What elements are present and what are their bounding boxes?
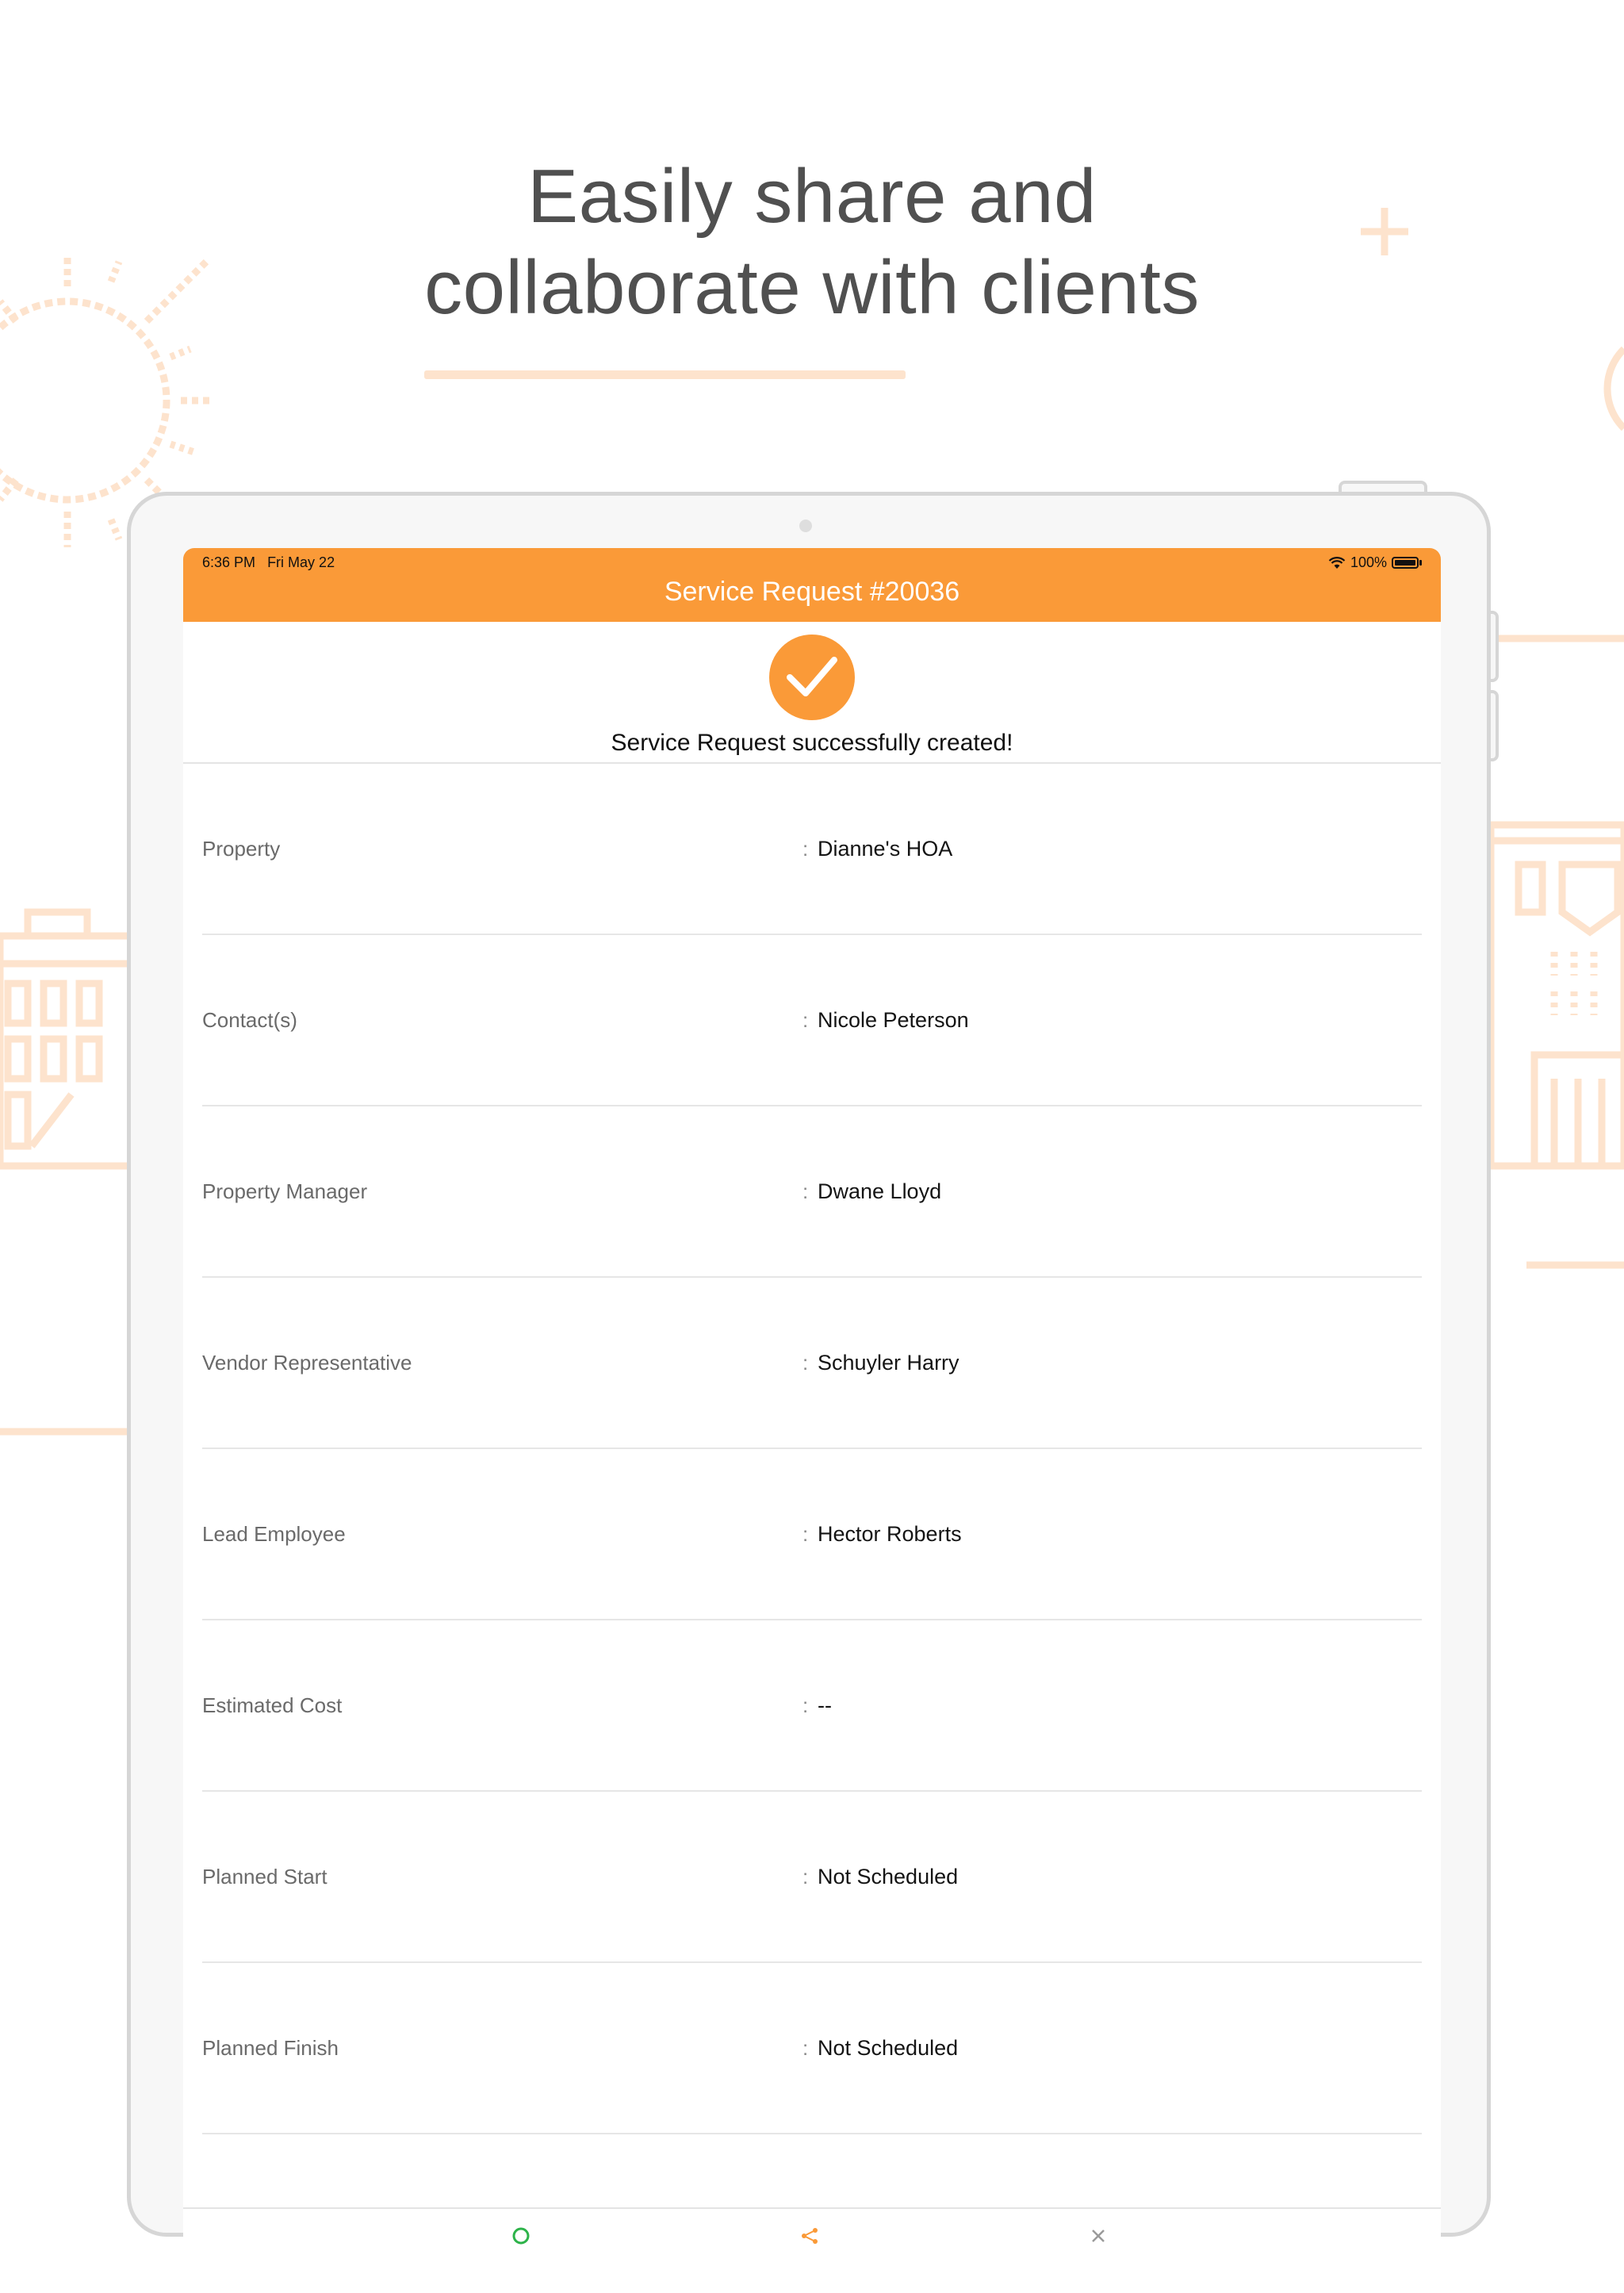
success-banner: Service Request successfully created! [183,622,1441,764]
detail-separator: : [802,1521,809,1546]
battery-cap [1419,560,1422,566]
detail-row-property-manager: Property Manager : Dwane Lloyd [202,1106,1422,1278]
detail-value: Dianne's HOA [818,836,953,861]
headline-line-1: Easily share and [527,154,1097,239]
detail-row-estimated-cost: Estimated Cost : -- [202,1620,1422,1792]
detail-label: Vendor Representative [202,1350,412,1375]
detail-value: Not Scheduled [818,1864,959,1888]
detail-row-lead-employee: Lead Employee : Hector Roberts [202,1449,1422,1620]
app-header: 6:36 PM Fri May 22 100% Service Request … [183,548,1441,622]
detail-label: Property [202,836,281,861]
detail-separator: : [802,836,809,861]
success-message: Service Request successfully created! [611,730,1013,756]
share-icon[interactable] [800,2226,819,2245]
detail-value: Schuyler Harry [818,1350,959,1375]
wifi-icon [1328,556,1346,569]
detail-value: -- [818,1693,832,1717]
headline-line-2: collaborate with clients [424,245,1200,330]
ipad-frame: 6:36 PM Fri May 22 100% Service Request … [127,492,1491,2293]
circle-icon[interactable] [511,2226,530,2245]
detail-row-planned-finish: Planned Finish : Not Scheduled [202,1963,1422,2134]
battery-percent: 100% [1350,554,1387,570]
battery-icon [1392,557,1419,569]
detail-row-property: Property : Dianne's HOA [202,764,1422,935]
headline-underline [424,370,906,379]
detail-label: Contact(s) [202,1007,297,1032]
checkmark-icon [769,635,855,720]
nav-title: Service Request #20036 [664,577,960,607]
detail-separator: : [802,1350,809,1375]
detail-value: Nicole Peterson [818,1007,969,1032]
detail-label: Planned Start [202,1864,327,1888]
status-bar-right: 100% [1328,554,1422,571]
detail-row-contacts: Contact(s) : Nicole Peterson [202,935,1422,1106]
status-bar-time: 6:36 PM Fri May 22 [202,554,335,571]
app-screen: 6:36 PM Fri May 22 100% Service Request … [183,548,1441,2293]
detail-separator: : [802,1864,809,1888]
detail-separator: : [802,1007,809,1032]
detail-label: Planned Finish [202,2035,339,2060]
headline: Easily share and collaborate with client… [0,151,1624,333]
detail-label: Lead Employee [202,1521,346,1546]
detail-row-planned-start: Planned Start : Not Scheduled [202,1792,1422,1963]
detail-label: Estimated Cost [202,1693,343,1717]
status-date: Fri May 22 [267,554,335,570]
status-time: 6:36 PM [202,554,256,570]
detail-value: Dwane Lloyd [818,1179,942,1203]
detail-separator: : [802,1693,809,1717]
close-icon[interactable] [1089,2226,1108,2245]
camera-dot [799,520,812,532]
detail-value: Not Scheduled [818,2035,959,2060]
details-list: Property : Dianne's HOA Contact(s) : Nic… [202,764,1422,2134]
detail-separator: : [802,1179,809,1203]
detail-separator: : [802,2035,809,2060]
bottom-tab-bar [183,2207,1441,2293]
detail-value: Hector Roberts [818,1521,962,1546]
detail-label: Property Manager [202,1179,368,1203]
detail-row-vendor-representative: Vendor Representative : Schuyler Harry [202,1278,1422,1449]
